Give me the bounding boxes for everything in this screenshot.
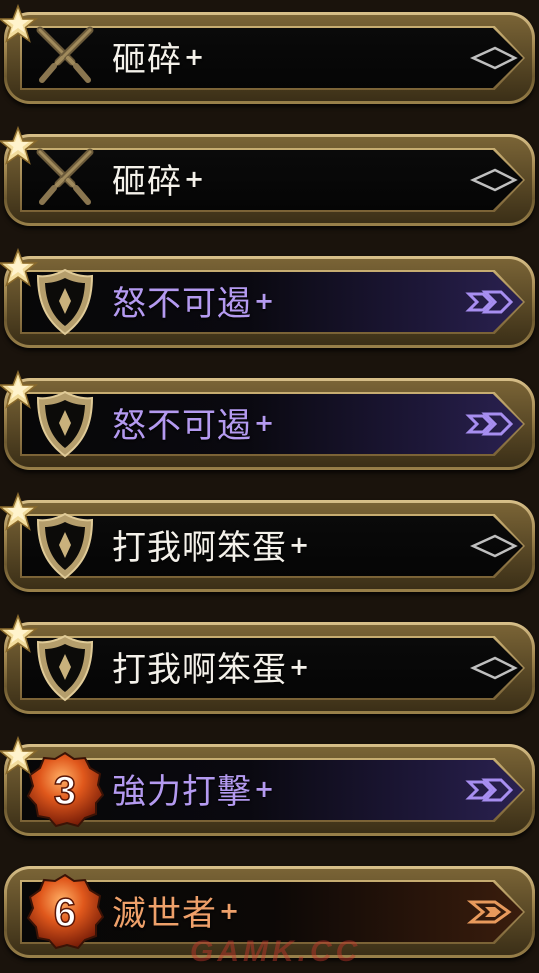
skill-title: 打我啊笨蛋+ <box>112 520 310 570</box>
skill-card[interactable]: 6 滅世者+ <box>4 858 535 964</box>
skill-card[interactable]: 怒不可遏+ <box>0 370 535 476</box>
tier-orange-icon <box>465 896 521 928</box>
upgrade-plus: + <box>219 897 241 925</box>
card-list: 砸碎+ 砸碎+ 怒不可遏+ 怒不可遏+ 打我啊笨蛋+ 打我啊笨蛋+ 3 強力打擊… <box>0 0 539 973</box>
star-icon <box>0 614 38 654</box>
upgrade-plus: + <box>184 43 206 71</box>
skill-title: 砸碎+ <box>112 154 205 204</box>
skill-name: 滅世者 <box>112 894 217 934</box>
upgrade-plus: + <box>254 287 276 315</box>
upgrade-plus: + <box>289 653 311 681</box>
skill-title: 打我啊笨蛋+ <box>112 642 310 692</box>
skill-card[interactable]: 砸碎+ <box>0 126 535 232</box>
skill-title: 怒不可遏+ <box>112 276 275 326</box>
tier-plain-icon <box>465 530 521 562</box>
tier-plain-icon <box>465 164 521 196</box>
cost-gem-icon: 6 <box>26 872 104 950</box>
skill-card[interactable]: 怒不可遏+ <box>0 248 535 354</box>
skill-name: 怒不可遏 <box>112 406 252 446</box>
star-icon <box>0 248 38 288</box>
tier-purple-icon <box>465 774 521 806</box>
skill-name: 強力打擊 <box>112 772 252 812</box>
skill-name: 怒不可遏 <box>112 284 252 324</box>
tier-purple-icon <box>465 286 521 318</box>
cost-number: 6 <box>54 891 76 935</box>
skill-title: 強力打擊+ <box>112 764 275 814</box>
skill-card[interactable]: 打我啊笨蛋+ <box>0 614 535 720</box>
skill-title: 滅世者+ <box>112 886 240 936</box>
star-icon <box>0 492 38 532</box>
tier-plain-icon <box>465 42 521 74</box>
upgrade-plus: + <box>254 409 276 437</box>
skill-title: 砸碎+ <box>112 32 205 82</box>
skill-name: 打我啊笨蛋 <box>112 650 287 690</box>
star-icon <box>0 126 38 166</box>
tier-plain-icon <box>465 652 521 684</box>
skill-name: 砸碎 <box>112 162 182 202</box>
upgrade-plus: + <box>184 165 206 193</box>
upgrade-plus: + <box>254 775 276 803</box>
skill-name: 打我啊笨蛋 <box>112 528 287 568</box>
skill-name: 砸碎 <box>112 40 182 80</box>
star-icon <box>0 370 38 410</box>
skill-card[interactable]: 砸碎+ <box>0 4 535 110</box>
skill-card[interactable]: 3 強力打擊+ <box>0 736 535 842</box>
skill-card[interactable]: 打我啊笨蛋+ <box>0 492 535 598</box>
star-icon <box>0 736 38 776</box>
cost-number: 3 <box>54 769 76 813</box>
tier-purple-icon <box>465 408 521 440</box>
upgrade-plus: + <box>289 531 311 559</box>
skill-title: 怒不可遏+ <box>112 398 275 448</box>
star-icon <box>0 4 38 44</box>
